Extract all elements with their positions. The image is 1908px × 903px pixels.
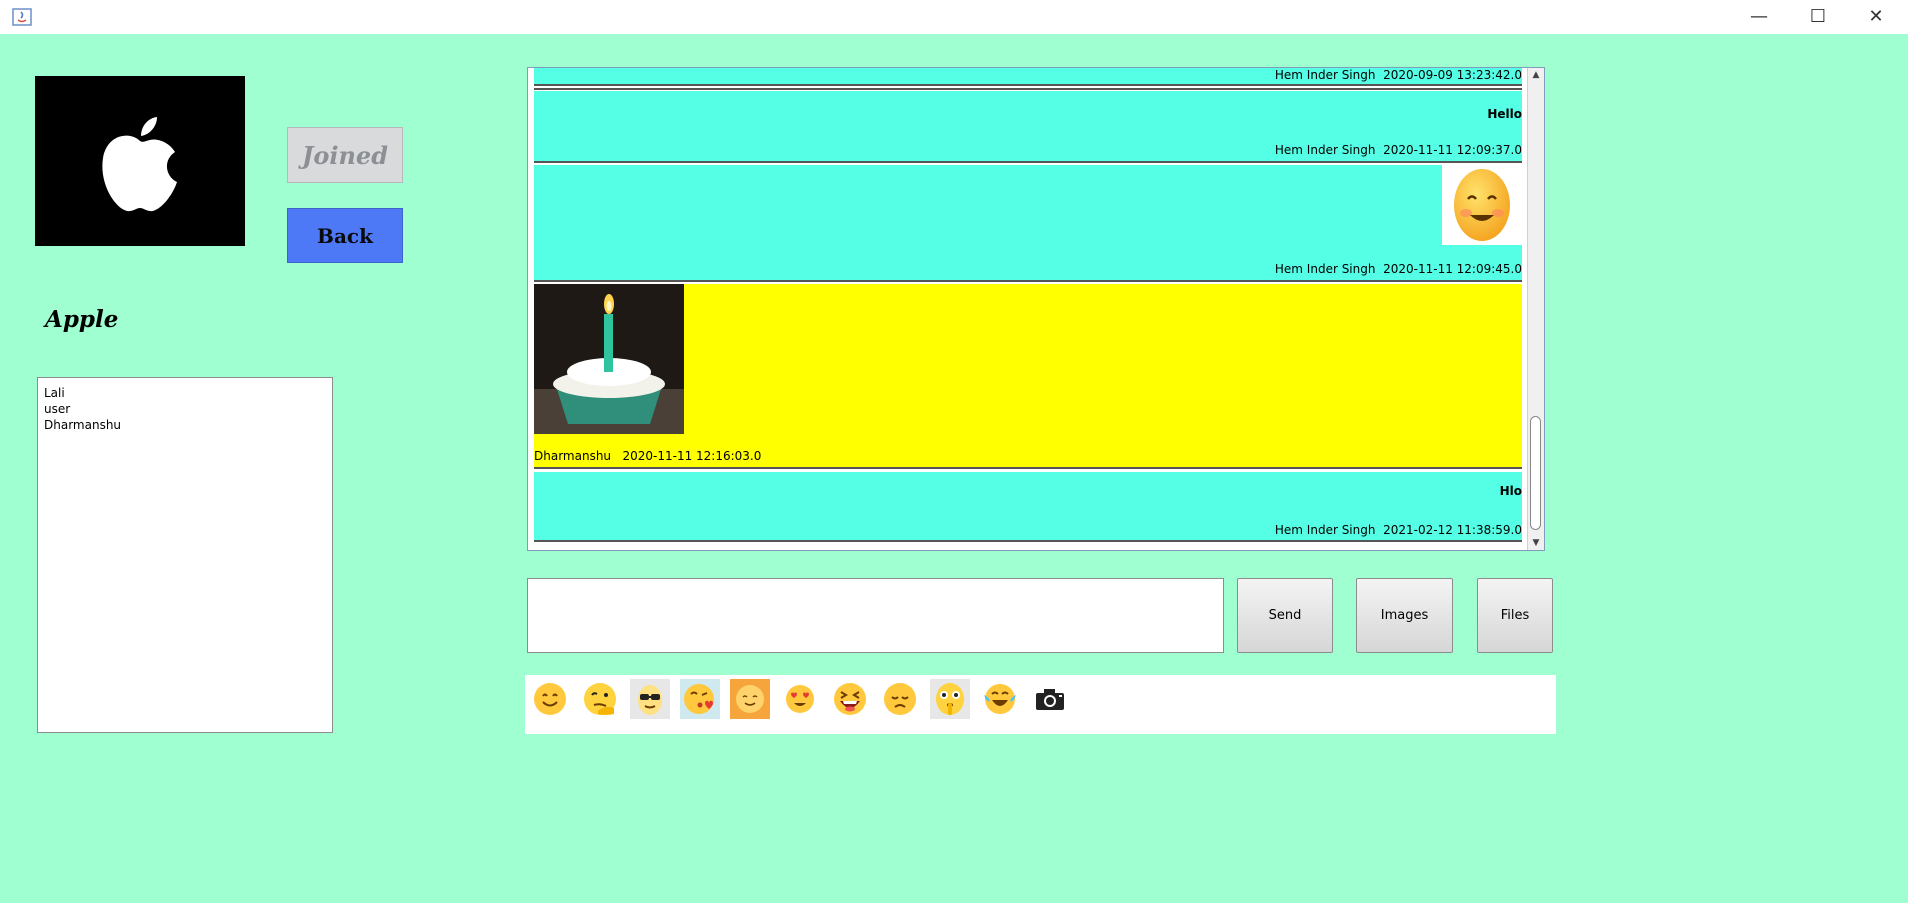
heart-eyes-face-icon[interactable] (780, 679, 820, 719)
message-input[interactable] (527, 578, 1224, 653)
member-item[interactable]: Dharmanshu (44, 417, 332, 433)
files-button[interactable]: Files (1477, 578, 1553, 653)
joined-button[interactable]: Joined (287, 127, 403, 183)
sunglasses-face-icon[interactable] (630, 679, 670, 719)
java-app-icon (12, 8, 32, 26)
message-text: Hlo (1499, 484, 1522, 498)
cupcake-candle-photo (534, 284, 684, 434)
group-logo (35, 76, 245, 246)
images-button[interactable]: Images (1356, 578, 1453, 653)
chat-message: Dharmanshu 2020-11-11 12:16:03.0 (534, 284, 1522, 469)
message-meta: Hem Inder Singh 2020-11-11 12:09:45.0 (1274, 262, 1522, 276)
chat-message: Hem Inder Singh 2020-09-09 13:23:42.0 (534, 68, 1522, 86)
sad-face-icon[interactable] (880, 679, 920, 719)
shushing-face-icon[interactable] (930, 679, 970, 719)
chat-message: Hem Inder Singh 2020-11-11 12:09:45.0 (534, 165, 1522, 282)
message-text: Hello (1487, 107, 1522, 121)
tears-of-joy-face-icon[interactable] (980, 679, 1020, 719)
smiling-face-icon[interactable] (530, 679, 570, 719)
message-meta: Dharmanshu 2020-11-11 12:16:03.0 (534, 449, 762, 463)
scroll-down-arrow-icon[interactable]: ▼ (1528, 536, 1544, 550)
camera-icon[interactable] (1030, 679, 1070, 719)
group-name: Apple (45, 306, 119, 333)
title-bar: — ☐ ✕ (0, 0, 1908, 34)
apple-logo-icon (102, 117, 177, 212)
minimize-button[interactable]: — (1736, 4, 1782, 30)
chat-message: Hello Hem Inder Singh 2020-11-11 12:09:3… (534, 91, 1522, 163)
blushing-face-icon[interactable] (730, 679, 770, 719)
chat-panel[interactable]: Hem Inder Singh 2020-09-09 13:23:42.0 He… (527, 67, 1545, 551)
thinking-hand-face-icon[interactable] (580, 679, 620, 719)
members-list[interactable]: Lali user Dharmanshu (37, 377, 333, 733)
back-button[interactable]: Back (287, 208, 403, 263)
message-photo (534, 284, 684, 434)
member-item[interactable]: Lali (44, 385, 332, 401)
laughing-squint-face-icon[interactable] (830, 679, 870, 719)
send-button[interactable]: Send (1237, 578, 1333, 653)
maximize-button[interactable]: ☐ (1795, 4, 1841, 30)
kissing-heart-face-icon[interactable] (680, 679, 720, 719)
chat-message: Hlo Hem Inder Singh 2021-02-12 11:38:59.… (534, 472, 1522, 542)
chat-scrollbar[interactable]: ▲ ▼ (1527, 68, 1544, 550)
chat-messages: Hem Inder Singh 2020-09-09 13:23:42.0 He… (534, 68, 1524, 550)
scroll-thumb[interactable] (1530, 416, 1541, 530)
smiling-face-icon (1454, 169, 1510, 241)
message-emoji-image (1442, 165, 1522, 245)
message-meta: Hem Inder Singh 2020-11-11 12:09:37.0 (1274, 143, 1522, 157)
scroll-up-arrow-icon[interactable]: ▲ (1528, 68, 1544, 82)
divider (534, 88, 1522, 90)
member-item[interactable]: user (44, 401, 332, 417)
message-meta: Hem Inder Singh 2020-09-09 13:23:42.0 (1274, 68, 1522, 82)
message-meta: Hem Inder Singh 2021-02-12 11:38:59.0 (1274, 523, 1522, 537)
close-button[interactable]: ✕ (1853, 4, 1899, 30)
